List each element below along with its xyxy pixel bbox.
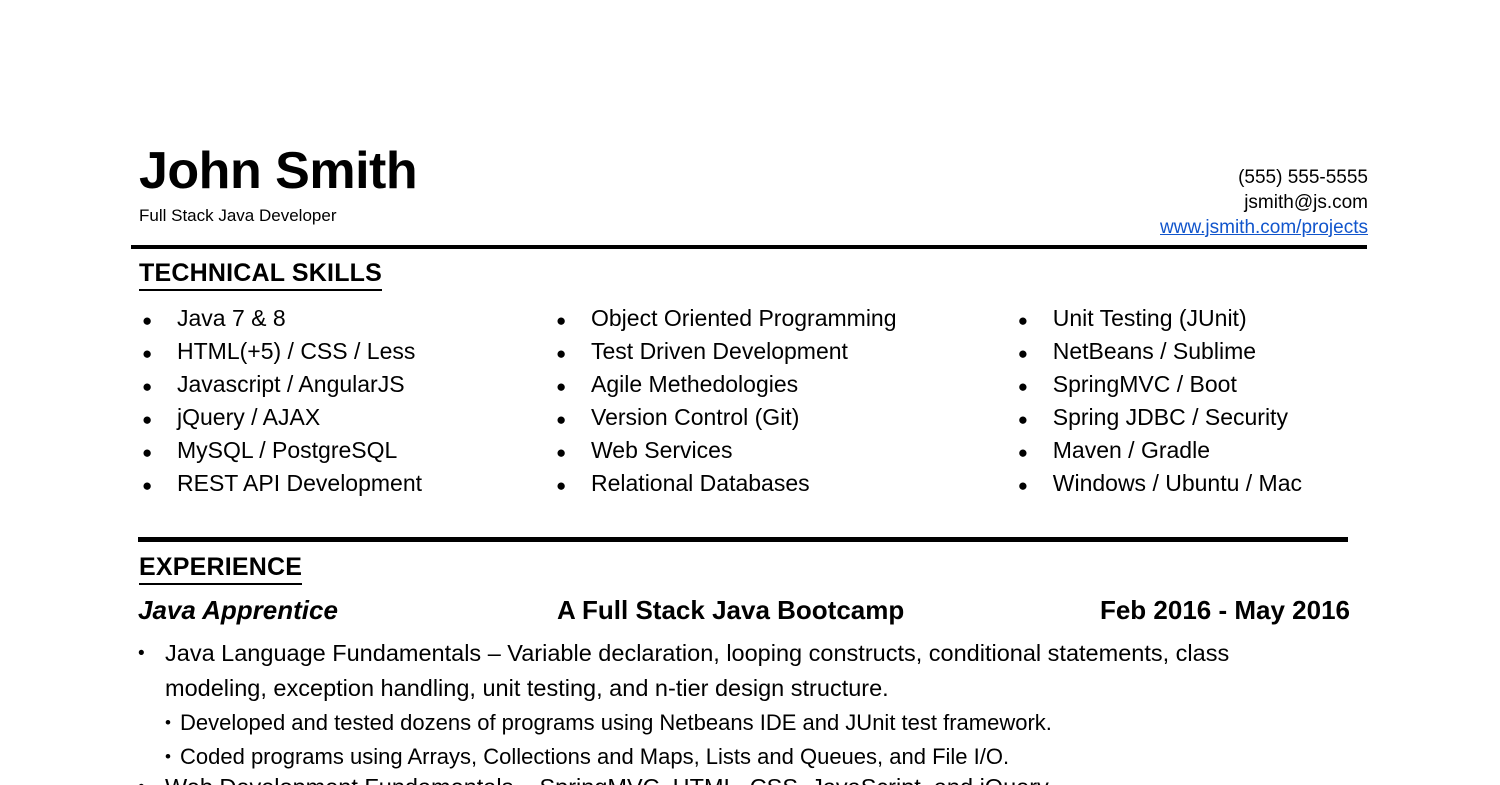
- bullet-icon: ●: [1017, 311, 1029, 330]
- list-item: • Web Development Fundamentals – SpringM…: [138, 770, 1368, 785]
- bullet-icon: ●: [1017, 443, 1029, 462]
- contact-block: (555) 555-5555 jsmith@js.com www.jsmith.…: [1160, 165, 1368, 240]
- list-item: ● HTML(+5) / CSS / Less: [142, 335, 545, 368]
- skill-label: Java 7 & 8: [177, 305, 286, 331]
- skill-label: SpringMVC / Boot: [1052, 371, 1237, 397]
- list-item: ● Spring JDBC / Security: [1018, 401, 1371, 434]
- technical-skills-grid: ● Java 7 & 8 ● HTML(+5) / CSS / Less ● J…: [131, 302, 1371, 500]
- bullet-icon: ●: [1017, 476, 1029, 495]
- bullet-icon: ●: [1017, 344, 1029, 363]
- bullet-icon: ●: [142, 410, 153, 429]
- skill-label: MySQL / PostgreSQL: [177, 437, 398, 463]
- bullet-icon: ●: [556, 377, 567, 396]
- skills-column-2: ● Object Oriented Programming ● Test Dri…: [545, 302, 1012, 500]
- bullet-icon: •: [138, 643, 145, 664]
- list-item: • Coded programs using Arrays, Collectio…: [138, 740, 1368, 774]
- responsibility-text: Coded programs using Arrays, Collections…: [180, 744, 1010, 769]
- skills-column-3: ● Unit Testing (JUnit) ● NetBeans / Subl…: [1012, 302, 1371, 500]
- bullet-icon: ●: [556, 476, 567, 495]
- job-dates: Feb 2016 - May 2016: [1099, 595, 1350, 625]
- clipped-next-responsibility: • Web Development Fundamentals – SpringM…: [138, 770, 1368, 785]
- job-entry-header: Java Apprentice A Full Stack Java Bootca…: [138, 592, 1350, 628]
- candidate-name: John Smith: [139, 142, 418, 200]
- skill-label: Windows / Ubuntu / Mac: [1052, 470, 1303, 496]
- contact-email: jsmith@js.com: [1244, 192, 1368, 213]
- header-divider-rule: [131, 245, 1367, 249]
- skill-label: jQuery / AJAX: [177, 404, 321, 430]
- job-company: A Full Stack Java Bootcamp: [557, 595, 905, 625]
- bullet-icon: •: [138, 770, 165, 785]
- list-item: ● Javascript / AngularJS: [142, 368, 545, 401]
- skill-label: Unit Testing (JUnit): [1052, 305, 1247, 331]
- bullet-icon: ●: [556, 443, 567, 462]
- list-item: ● Unit Testing (JUnit): [1018, 302, 1371, 335]
- bullet-icon: ●: [142, 344, 153, 363]
- skill-label: Agile Methedologies: [591, 371, 799, 397]
- list-item: ● REST API Development: [142, 467, 545, 500]
- list-item: ● Test Driven Development: [556, 335, 1012, 368]
- skill-label: Version Control (Git): [591, 404, 800, 430]
- list-item: ● MySQL / PostgreSQL: [142, 434, 545, 467]
- bullet-icon: ●: [556, 344, 567, 363]
- responsibility-text: Developed and tested dozens of programs …: [180, 710, 1052, 735]
- skill-label: Relational Databases: [591, 470, 810, 496]
- list-item: ● Agile Methedologies: [556, 368, 1012, 401]
- list-item: ● Web Services: [556, 434, 1012, 467]
- skill-label: Test Driven Development: [591, 338, 848, 364]
- bullet-icon: ●: [556, 311, 567, 330]
- skill-label: Object Oriented Programming: [591, 305, 897, 331]
- responsibility-text: Java Language Fundamentals – Variable de…: [165, 640, 1230, 701]
- job-responsibilities: • Java Language Fundamentals – Variable …: [138, 636, 1368, 774]
- list-item: ● Version Control (Git): [556, 401, 1012, 434]
- list-item: ● Windows / Ubuntu / Mac: [1018, 467, 1371, 500]
- list-item: ● Maven / Gradle: [1018, 434, 1371, 467]
- name-block: John Smith Full Stack Java Developer: [139, 142, 418, 227]
- bullet-icon: ●: [142, 377, 153, 396]
- list-item: ● Object Oriented Programming: [556, 302, 1012, 335]
- bullet-icon: ●: [556, 410, 567, 429]
- list-item: ● SpringMVC / Boot: [1018, 368, 1371, 401]
- responsibility-text: Web Development Fundamentals – SpringMVC…: [165, 770, 1368, 785]
- job-title: Java Apprentice: [138, 595, 338, 625]
- skill-label: HTML(+5) / CSS / Less: [177, 338, 416, 364]
- candidate-subtitle: Full Stack Java Developer: [139, 206, 337, 225]
- bullet-icon: ●: [142, 443, 153, 462]
- list-item: ● jQuery / AJAX: [142, 401, 545, 434]
- bullet-icon: ●: [142, 476, 153, 495]
- list-item: ● Java 7 & 8: [142, 302, 545, 335]
- skill-label: Web Services: [591, 437, 733, 463]
- section-heading-experience: EXPERIENCE: [139, 552, 303, 585]
- bullet-icon: ●: [142, 311, 153, 330]
- skills-column-1: ● Java 7 & 8 ● HTML(+5) / CSS / Less ● J…: [131, 302, 545, 500]
- skill-label: Spring JDBC / Security: [1052, 404, 1288, 430]
- list-item: ● Relational Databases: [556, 467, 1012, 500]
- resume-page: John Smith Full Stack Java Developer (55…: [0, 0, 1500, 785]
- list-item: • Java Language Fundamentals – Variable …: [138, 636, 1368, 706]
- bullet-icon: •: [165, 713, 171, 732]
- bullet-icon: •: [165, 747, 171, 766]
- skill-label: REST API Development: [177, 470, 423, 496]
- contact-phone: (555) 555-5555: [1238, 167, 1368, 188]
- skill-label: NetBeans / Sublime: [1052, 338, 1257, 364]
- experience-divider-rule: [138, 537, 1348, 542]
- bullet-icon: ●: [1017, 410, 1029, 429]
- skill-label: Maven / Gradle: [1052, 437, 1210, 463]
- list-item: • Developed and tested dozens of program…: [138, 706, 1368, 740]
- resume-header: John Smith Full Stack Java Developer (55…: [131, 143, 1368, 243]
- skill-label: Javascript / AngularJS: [177, 371, 405, 397]
- section-heading-technical-skills: TECHNICAL SKILLS: [139, 258, 383, 291]
- list-item: ● NetBeans / Sublime: [1018, 335, 1371, 368]
- bullet-icon: ●: [1017, 377, 1029, 396]
- contact-website-link[interactable]: www.jsmith.com/projects: [1160, 215, 1368, 240]
